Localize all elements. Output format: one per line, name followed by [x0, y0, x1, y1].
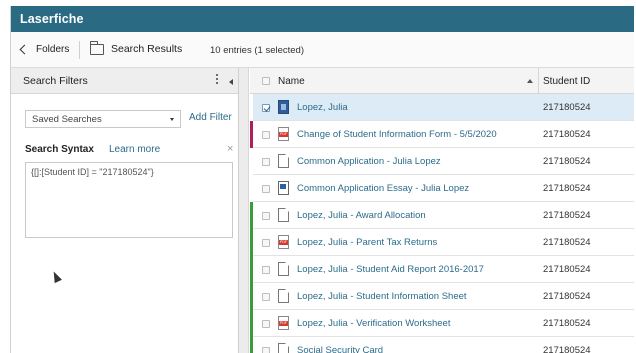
- document-icon: [278, 154, 289, 168]
- add-filter-link[interactable]: Add Filter: [189, 112, 232, 123]
- row-status-stripe: [250, 94, 253, 121]
- results-panel: Name Student ID Lopez, Julia 217180524 Cha…: [250, 68, 634, 353]
- table-row[interactable]: Lopez, Julia - Verification Worksheet 217…: [250, 310, 634, 337]
- entry-name-link[interactable]: Lopez, Julia - Award Allocation: [297, 210, 426, 221]
- blue-document-icon: [278, 100, 289, 114]
- document-icon: [278, 208, 289, 222]
- breadcrumb-current: Search Results: [89, 40, 183, 55]
- row-status-stripe: [250, 256, 253, 283]
- row-checkbox[interactable]: [262, 185, 270, 193]
- entry-name-link[interactable]: Change of Student Information Form - 5/5…: [297, 129, 497, 140]
- folder-icon: [89, 40, 104, 55]
- entry-student-id: 217180524: [543, 237, 591, 248]
- row-checkbox[interactable]: [262, 266, 270, 274]
- entry-student-id: 217180524: [543, 264, 591, 275]
- pdf-icon: [278, 235, 289, 249]
- row-status-stripe: [250, 121, 253, 148]
- row-checkbox[interactable]: [262, 104, 270, 112]
- app-logo: Laserfiche: [20, 12, 84, 26]
- column-divider[interactable]: [538, 68, 539, 94]
- table-row[interactable]: Change of Student Information Form - 5/5…: [250, 121, 634, 148]
- pdf-icon: [278, 316, 289, 330]
- entry-name-link[interactable]: Lopez, Julia - Student Information Sheet: [297, 291, 467, 302]
- table-row[interactable]: Social Security Card 217180524: [250, 337, 634, 353]
- document-icon: [278, 343, 289, 353]
- entry-student-id: 217180524: [543, 318, 591, 329]
- results-table-header: Name Student ID: [250, 68, 634, 94]
- back-to-folders-button[interactable]: Folders: [18, 44, 69, 55]
- row-status-stripe: [250, 310, 253, 337]
- mouse-cursor-icon: [50, 269, 62, 284]
- row-checkbox[interactable]: [262, 320, 270, 328]
- row-checkbox[interactable]: [262, 158, 270, 166]
- laserfiche-window: Laserfiche Folders Search Results 10 ent…: [10, 6, 634, 353]
- table-row[interactable]: Lopez, Julia - Award Allocation 217180524: [250, 202, 634, 229]
- search-syntax-label: Search Syntax: [25, 144, 94, 155]
- more-options-icon[interactable]: [216, 74, 219, 86]
- saved-searches-value: Saved Searches: [32, 114, 102, 125]
- back-label: Folders: [36, 44, 70, 55]
- row-checkbox[interactable]: [262, 212, 270, 220]
- column-header-name[interactable]: Name: [278, 76, 305, 87]
- current-location-label: Search Results: [111, 43, 183, 55]
- entry-name-link[interactable]: Lopez, Julia: [297, 102, 348, 113]
- row-status-stripe: [250, 229, 253, 256]
- table-row[interactable]: Common Application - Julia Lopez 21718052…: [250, 148, 634, 175]
- table-row[interactable]: Lopez, Julia 217180524: [250, 94, 634, 121]
- table-row[interactable]: Common Application Essay - Julia Lopez 21…: [250, 175, 634, 202]
- row-status-stripe: [250, 283, 253, 310]
- entry-student-id: 217180524: [543, 129, 591, 140]
- collapse-panel-icon[interactable]: [229, 79, 233, 85]
- row-checkbox[interactable]: [262, 347, 270, 353]
- search-syntax-input[interactable]: {[]:[Student ID] = "217180524"}: [25, 162, 233, 238]
- entry-name-link[interactable]: Social Security Card: [297, 345, 383, 353]
- breadcrumb-bar: Folders Search Results 10 entries (1 sel…: [11, 32, 634, 68]
- caret-down-icon: [170, 118, 174, 121]
- select-all-checkbox[interactable]: [262, 77, 270, 85]
- chevron-left-icon: [19, 44, 30, 55]
- entry-name-link[interactable]: Common Application Essay - Julia Lopez: [297, 183, 469, 194]
- entry-name-link[interactable]: Lopez, Julia - Parent Tax Returns: [297, 237, 437, 248]
- filters-header: Search Filters: [11, 68, 238, 94]
- row-checkbox[interactable]: [262, 293, 270, 301]
- document-icon: [278, 262, 289, 276]
- pdf-icon: [278, 127, 289, 141]
- row-status-stripe: [250, 148, 253, 175]
- entry-student-id: 217180524: [543, 291, 591, 302]
- column-header-student-id[interactable]: Student ID: [543, 76, 590, 87]
- table-row[interactable]: Lopez, Julia - Student Information Sheet…: [250, 283, 634, 310]
- entry-name-link[interactable]: Lopez, Julia - Student Aid Report 2016-2…: [297, 264, 484, 275]
- table-row[interactable]: Lopez, Julia - Student Aid Report 2016-2…: [250, 256, 634, 283]
- entry-student-id: 217180524: [543, 183, 591, 194]
- document-icon: [278, 289, 289, 303]
- row-status-stripe: [250, 337, 253, 353]
- table-row[interactable]: Lopez, Julia - Parent Tax Returns 2171805…: [250, 229, 634, 256]
- search-filters-panel: Search Filters Saved Searches Add Filter…: [11, 68, 239, 353]
- results-table-body: Lopez, Julia 217180524 Change of Student I…: [250, 94, 634, 353]
- row-checkbox[interactable]: [262, 239, 270, 247]
- breadcrumb-divider: [79, 41, 80, 59]
- saved-searches-dropdown[interactable]: Saved Searches: [25, 110, 181, 128]
- learn-more-link[interactable]: Learn more: [109, 144, 160, 155]
- entry-student-id: 217180524: [543, 102, 591, 113]
- entry-student-id: 217180524: [543, 156, 591, 167]
- row-status-stripe: [250, 202, 253, 229]
- entry-student-id: 217180524: [543, 345, 591, 353]
- panel-splitter[interactable]: [239, 68, 249, 353]
- row-status-stripe: [250, 175, 253, 202]
- filters-title: Search Filters: [23, 75, 88, 87]
- row-checkbox[interactable]: [262, 131, 270, 139]
- sort-ascending-icon[interactable]: [527, 79, 533, 83]
- word-document-icon: [278, 181, 289, 195]
- close-icon[interactable]: ×: [227, 143, 233, 155]
- entry-name-link[interactable]: Common Application - Julia Lopez: [297, 156, 441, 167]
- title-bar: Laserfiche: [11, 6, 634, 32]
- entry-name-link[interactable]: Lopez, Julia - Verification Worksheet: [297, 318, 450, 329]
- entry-student-id: 217180524: [543, 210, 591, 221]
- entries-count: 10 entries (1 selected): [210, 45, 304, 56]
